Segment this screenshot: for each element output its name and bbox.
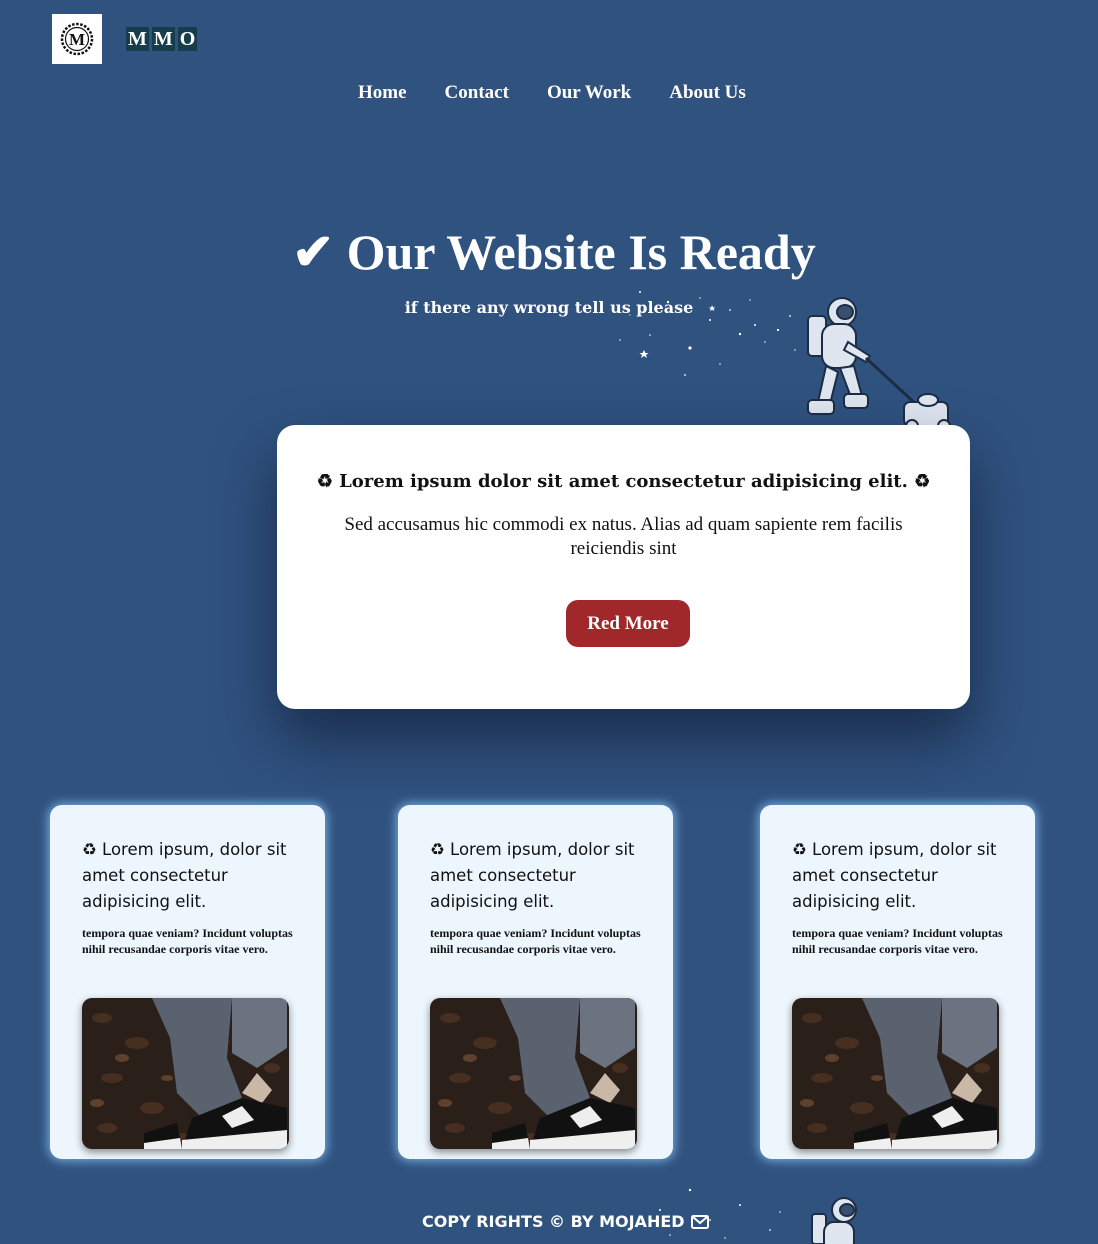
nav-contact[interactable]: Contact: [445, 82, 509, 104]
main-nav: Home Contact Our Work About Us: [358, 82, 746, 104]
feature-card-title: ♻ Lorem ipsum dolor sit amet consectetur…: [316, 471, 931, 492]
card-title: ♻ Lorem ipsum, dolor sit amet consectetu…: [82, 840, 287, 911]
logo-letter: M: [69, 30, 85, 49]
info-card: ♻ Lorem ipsum, dolor sit amet consectetu…: [760, 805, 1035, 1159]
nav-our-work[interactable]: Our Work: [547, 82, 631, 104]
brand-letter: M: [126, 27, 149, 51]
star-dust-decoration: [619, 291, 796, 376]
card-title: ♻ Lorem ipsum, dolor sit amet consectetu…: [792, 840, 997, 911]
card-title: ♻ Lorem ipsum, dolor sit amet consectetu…: [430, 840, 635, 911]
card-text: tempora quae veniam? Incidunt voluptas n…: [430, 926, 641, 956]
brand-name[interactable]: M M O: [126, 27, 198, 51]
mail-icon[interactable]: [690, 1214, 709, 1229]
logo[interactable]: M: [52, 14, 102, 64]
sneaker-photo: [430, 998, 637, 1149]
feature-card-text: Sed accusamus hic commodi ex natus. Alia…: [344, 514, 903, 559]
sneaker-photo: [82, 998, 289, 1149]
feature-card: ♻ Lorem ipsum dolor sit amet consectetur…: [277, 425, 970, 709]
hero-title: ✔ Our Website Is Ready: [292, 224, 816, 280]
info-card: ♻ Lorem ipsum, dolor sit amet consectetu…: [398, 805, 673, 1159]
card-text: tempora quae veniam? Incidunt voluptas n…: [792, 926, 1003, 956]
nav-about-us[interactable]: About Us: [669, 82, 746, 104]
logo-badge-icon: M: [60, 22, 94, 56]
brand-letter: O: [177, 27, 198, 51]
astronaut-illustration: [807, 297, 951, 430]
info-card: ♻ Lorem ipsum, dolor sit amet consectetu…: [50, 805, 325, 1159]
brand-letter: M: [151, 27, 175, 51]
footer: COPY RIGHTS © BY MOJAHED: [422, 1212, 709, 1231]
sneaker-photo: [792, 998, 999, 1149]
card-text: tempora quae veniam? Incidunt voluptas n…: [82, 926, 293, 956]
nav-home[interactable]: Home: [358, 82, 407, 104]
read-more-button[interactable]: Red More: [566, 600, 690, 647]
footer-copyright: COPY RIGHTS © BY MOJAHED: [422, 1212, 685, 1231]
